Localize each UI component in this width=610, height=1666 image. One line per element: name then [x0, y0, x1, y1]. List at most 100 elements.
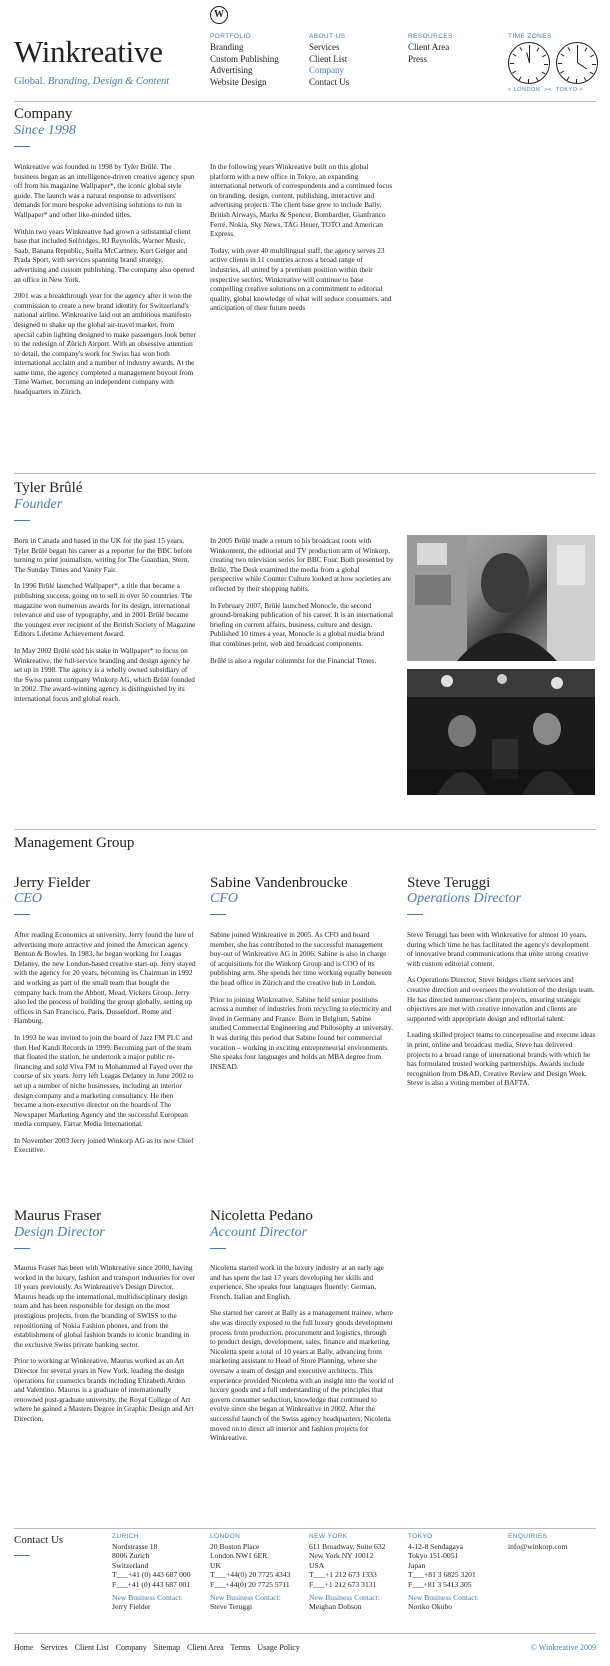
- tagline: Global. Branding, Design & Content: [14, 76, 169, 87]
- clock-tick: [518, 76, 522, 81]
- footer-link-services[interactable]: Services: [41, 1643, 68, 1652]
- section-divider: [14, 473, 596, 474]
- nav-item-website-design[interactable]: Website Design: [210, 77, 279, 88]
- bio-paragraph: In 1993 he was invited to join the board…: [14, 1032, 194, 1129]
- founder-paragraph: Born in Canada and based in the UK for t…: [14, 536, 193, 574]
- enquiries: ENQUIRIES info@winkorp.com: [508, 1532, 568, 1551]
- office-line: 611 Broadway, Suite 632: [309, 1541, 386, 1551]
- person-bio: Steve Teruggi has been with Winkreative …: [407, 930, 596, 1095]
- nav-resources: RESOURCES Client Area Press: [408, 31, 453, 65]
- office-line: Nordstrasse 18: [112, 1541, 158, 1551]
- company-title: Company: [14, 106, 73, 122]
- clock-tick: [528, 79, 529, 83]
- clock-tick: [536, 47, 540, 52]
- company-paragraph: Within two years Winkreative had grown a…: [14, 226, 195, 284]
- office-fax: F___+81 3 5413 305: [408, 1579, 472, 1589]
- nav-item-branding[interactable]: Branding: [210, 42, 279, 53]
- founder-paragraph: In February 2007, Brûlé launched Monocle…: [210, 600, 393, 648]
- footer-link-client-area[interactable]: Client Area: [187, 1643, 224, 1652]
- nav-item-company[interactable]: Company: [309, 65, 349, 76]
- bio-paragraph: Sabine joined Winkreative in 2005. As CF…: [210, 930, 392, 987]
- clock-tick: [583, 76, 587, 81]
- new-business-contact: Steve Teruggi: [210, 1602, 253, 1612]
- clock-tick: [535, 76, 539, 81]
- clock-tick: [510, 63, 514, 64]
- nav-item-client-list[interactable]: Client List: [309, 54, 349, 65]
- person-role: Account Director: [210, 1225, 307, 1249]
- tagline-rest: Branding, Design & Content: [47, 76, 170, 87]
- bio-paragraph: She started her career at Bally as a man…: [210, 1308, 394, 1443]
- nav-item-client-area[interactable]: Client Area: [408, 42, 453, 53]
- clock-tick: [544, 64, 548, 65]
- office-phone: T___+1 212 673 1333: [309, 1570, 377, 1580]
- founder-left-column: Born in Canada and based in the UK for t…: [14, 536, 196, 711]
- clock-tick: [529, 45, 530, 49]
- founder-paragraph: In 1996 Brûlé launched Wallpaper*, a tit…: [14, 581, 196, 639]
- clock-tick: [512, 70, 517, 74]
- clock-tick: [584, 47, 588, 52]
- footer-link-terms[interactable]: Terms: [231, 1643, 251, 1652]
- clock-tick: [560, 53, 565, 57]
- office-fax: F___+1 212 673 3131: [309, 1579, 377, 1589]
- footer-link-home[interactable]: Home: [14, 1643, 34, 1652]
- office-line: USA: [309, 1560, 325, 1570]
- person-role: Design Director: [14, 1225, 105, 1249]
- founder-paragraph: In 2005 Brûlé made a return to his broad…: [210, 536, 394, 593]
- office-fax: F___+44(0) 20 7725 5711: [210, 1579, 290, 1589]
- office-line: UK: [210, 1560, 221, 1570]
- person-name: Steve Teruggi: [407, 875, 491, 891]
- footer-link-client-list[interactable]: Client List: [75, 1643, 109, 1652]
- enquiries-email-link[interactable]: info@winkorp.com: [508, 1542, 568, 1551]
- new-business-contact: Meighan Dobson: [309, 1602, 362, 1612]
- company-paragraph: 2001 was a breakthrough year for the age…: [14, 291, 196, 397]
- nav-portfolio: PORTFOLIO Branding Custom Publishing Adv…: [210, 31, 279, 88]
- nav-item-advertising[interactable]: Advertising: [210, 65, 279, 76]
- enquiries-label: ENQUIRIES: [508, 1533, 548, 1540]
- broadcast-studio-photo: [407, 669, 595, 795]
- tokyo-clock-icon: [556, 42, 598, 84]
- nav-item-press[interactable]: Press: [408, 54, 453, 65]
- office-line: London NW1 6ER: [210, 1551, 268, 1561]
- brand-wordmark[interactable]: Winkreative: [14, 34, 163, 70]
- bio-paragraph: Prior to working at Winkreative, Maurus …: [14, 1356, 194, 1423]
- person-name: Nicoletta Pedano: [210, 1208, 313, 1224]
- office-line: 4-12-8 Sendagaya: [408, 1541, 464, 1551]
- footer-nav: Home Services Client List Company Sitema…: [14, 1643, 300, 1652]
- bio-paragraph: Maurus Fraser has been with Winkreative …: [14, 1263, 196, 1349]
- footer-link-sitemap[interactable]: Sitemap: [154, 1643, 180, 1652]
- bio-paragraph: Prior to joining Winkreative, Sabine hel…: [210, 994, 393, 1071]
- founder-title: Tyler Brûlé: [14, 480, 83, 496]
- winkreative-logo-icon[interactable]: W: [210, 6, 228, 24]
- office-line: 8006 Zurich: [112, 1551, 150, 1561]
- new-business-label: New Business Contact:: [112, 1592, 183, 1602]
- nav-item-services[interactable]: Services: [309, 42, 349, 53]
- nav-item-contact-us[interactable]: Contact Us: [309, 77, 349, 88]
- footer-link-usage-policy[interactable]: Usage Policy: [257, 1643, 299, 1652]
- person-name: Sabine Vandenbroucke: [210, 875, 348, 891]
- clock-tick: [541, 71, 546, 75]
- office-phone: T___+44(0) 20 7725 4343: [210, 1570, 291, 1580]
- office-city: TOKYO: [408, 1533, 433, 1540]
- nav-category-about-us: ABOUT US: [309, 33, 346, 40]
- founder-subtitle: Founder: [14, 497, 62, 521]
- contact-title: Contact Us: [14, 1534, 63, 1556]
- nav-category-resources: RESOURCES: [408, 33, 453, 40]
- tz-london-link[interactable]: < LONDON: [508, 87, 540, 93]
- office-city: NEW YORK: [309, 1533, 348, 1540]
- section-divider: [14, 829, 596, 830]
- tz-tokyo-link[interactable]: TOKYO >: [556, 87, 583, 93]
- person-bio: After reading Economics at university, J…: [14, 930, 196, 1162]
- bio-paragraph: Nicoletta started work in the luxury ind…: [210, 1263, 384, 1301]
- tz-separator: ><: [544, 87, 552, 93]
- office-city: LONDON: [210, 1533, 241, 1540]
- company-right-column: In the following years Winkreative built…: [210, 162, 394, 320]
- bio-paragraph: Leading skilled project teams to concept…: [407, 1030, 596, 1088]
- new-business-label: New Business Contact:: [408, 1592, 479, 1602]
- new-business-label: New Business Contact:: [309, 1592, 380, 1602]
- person-role: CEO: [14, 891, 42, 915]
- office-london: LONDON 20 Boston Place London NW1 6ER UK…: [210, 1532, 290, 1612]
- nav-item-custom-publishing[interactable]: Custom Publishing: [210, 54, 279, 65]
- footer-link-company[interactable]: Company: [116, 1643, 147, 1652]
- founder-right-column: In 2005 Brûlé made a return to his broad…: [210, 536, 394, 672]
- footer-divider: [14, 1633, 596, 1634]
